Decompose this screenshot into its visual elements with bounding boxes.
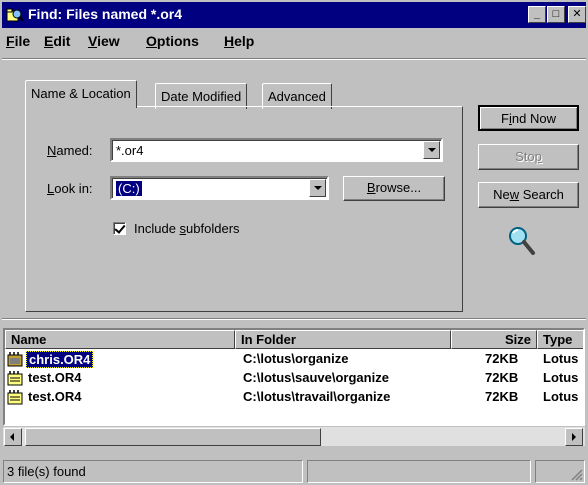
file-size: 72KB xyxy=(485,389,519,404)
horizontal-scrollbar[interactable] xyxy=(3,426,585,446)
column-header-type[interactable]: Type xyxy=(537,330,583,349)
status-panel-grip xyxy=(535,460,585,483)
menu-bar: File Edit View Options Help xyxy=(2,30,586,54)
file-type: Lotus xyxy=(543,370,579,385)
named-combobox[interactable]: *.or4 xyxy=(110,138,443,162)
table-row[interactable]: test.OR4 C:\lotus\travail\organize 72KB … xyxy=(5,388,583,407)
results-list[interactable]: Name In Folder Size Type chris.OR4 C:\lo… xyxy=(3,328,585,426)
menu-edit[interactable]: Edit xyxy=(44,33,70,49)
menu-separator xyxy=(2,58,586,60)
menu-help[interactable]: Help xyxy=(224,33,254,49)
table-row[interactable]: test.OR4 C:\lotus\sauve\organize 72KB Lo… xyxy=(5,369,583,388)
title-bar[interactable]: Find: Files named *.or4 _ □ ✕ xyxy=(2,2,586,28)
minimize-button[interactable]: _ xyxy=(528,6,546,23)
named-label: Named: xyxy=(47,143,93,158)
resize-grip-icon[interactable] xyxy=(569,467,583,481)
named-value: *.or4 xyxy=(116,143,144,158)
file-size: 72KB xyxy=(485,370,519,385)
include-subfolders-label: Include subfolders xyxy=(134,221,240,236)
organizer-file-icon xyxy=(7,371,23,386)
table-row[interactable]: chris.OR4 C:\lotus\organize 72KB Lotus xyxy=(5,350,583,369)
maximize-button[interactable]: □ xyxy=(547,6,565,23)
file-name: chris.OR4 xyxy=(26,351,94,368)
scroll-left-button[interactable] xyxy=(4,428,22,446)
menu-file[interactable]: File xyxy=(6,33,30,49)
column-header-name[interactable]: Name xyxy=(5,330,235,349)
scroll-right-button[interactable] xyxy=(565,428,583,446)
named-dropdown-button[interactable] xyxy=(423,141,440,159)
file-folder: C:\lotus\sauve\organize xyxy=(243,370,389,385)
browse-button[interactable]: Browse... xyxy=(343,176,445,201)
organizer-file-icon xyxy=(7,352,23,367)
new-search-button[interactable]: New Search xyxy=(478,182,579,208)
find-window: Find: Files named *.or4 _ □ ✕ File Edit … xyxy=(0,0,588,485)
menu-view[interactable]: View xyxy=(88,33,120,49)
lookin-label: Look in: xyxy=(47,181,93,196)
file-name: test.OR4 xyxy=(28,370,82,385)
include-subfolders-checkbox[interactable] xyxy=(113,222,126,235)
file-size: 72KB xyxy=(485,351,519,366)
file-type: Lotus xyxy=(543,351,579,366)
stop-button[interactable]: Stop xyxy=(478,144,579,170)
find-search-icon xyxy=(6,8,24,22)
column-header-size[interactable]: Size xyxy=(451,330,537,349)
file-folder: C:\lotus\travail\organize xyxy=(243,389,391,404)
status-text: 3 file(s) found xyxy=(3,460,303,483)
window-title: Find: Files named *.or4 xyxy=(28,6,183,22)
tab-name-location[interactable]: Name & Location xyxy=(25,80,137,108)
results-separator xyxy=(2,318,586,320)
magnifier-icon xyxy=(509,227,535,255)
lookin-value: (C:) xyxy=(116,181,142,196)
lookin-combobox[interactable]: (C:) xyxy=(110,176,329,200)
file-folder: C:\lotus\organize xyxy=(243,351,349,366)
file-type: Lotus xyxy=(543,389,579,404)
file-name: test.OR4 xyxy=(28,389,82,404)
column-header-folder[interactable]: In Folder xyxy=(235,330,451,349)
menu-options[interactable]: Options xyxy=(146,33,199,49)
organizer-file-icon xyxy=(7,390,23,405)
scroll-thumb[interactable] xyxy=(25,428,321,446)
status-bar: 3 file(s) found xyxy=(0,458,588,485)
lookin-dropdown-button[interactable] xyxy=(309,179,326,197)
close-button[interactable]: ✕ xyxy=(568,6,586,23)
find-now-button[interactable]: Find Now xyxy=(478,105,579,131)
tab-panel xyxy=(25,106,463,312)
status-panel-empty xyxy=(307,460,531,483)
